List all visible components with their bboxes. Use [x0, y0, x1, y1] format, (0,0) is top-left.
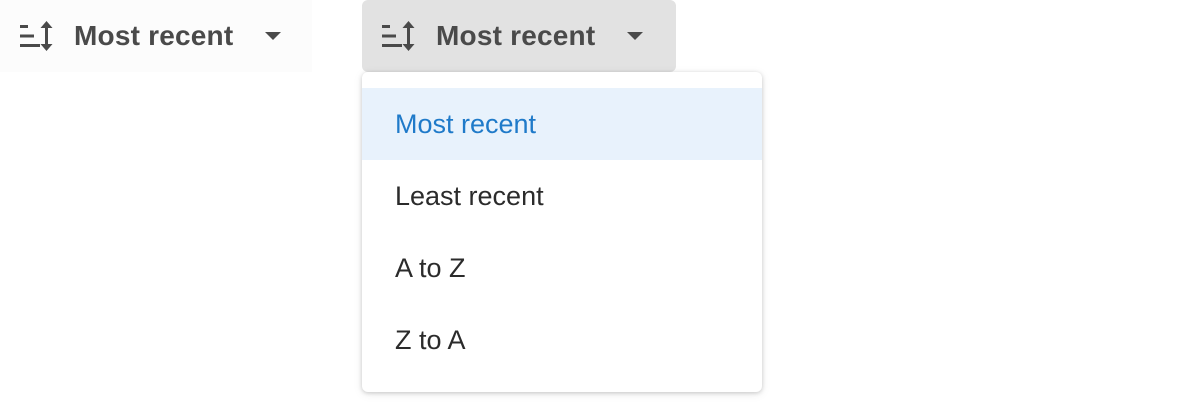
sort-dropdown-label: Most recent [436, 20, 596, 51]
sort-menu: Most recent Least recent A to Z Z to A [362, 72, 762, 392]
caret-down-icon [627, 32, 644, 40]
sort-dropdown-button-active[interactable]: Most recent [362, 0, 676, 72]
sort-icon [20, 21, 53, 51]
sort-icon [382, 21, 415, 51]
menu-item-a-to-z[interactable]: A to Z [362, 232, 762, 304]
caret-down-icon [265, 32, 282, 40]
menu-item-most-recent[interactable]: Most recent [362, 88, 762, 160]
menu-item-least-recent[interactable]: Least recent [362, 160, 762, 232]
sort-dropdown-button[interactable]: Most recent [0, 0, 312, 72]
sort-dropdown-label: Most recent [74, 20, 234, 51]
sort-demo: Most recent Most recent Most recent Leas… [0, 0, 1200, 402]
menu-item-z-to-a[interactable]: Z to A [362, 304, 762, 376]
